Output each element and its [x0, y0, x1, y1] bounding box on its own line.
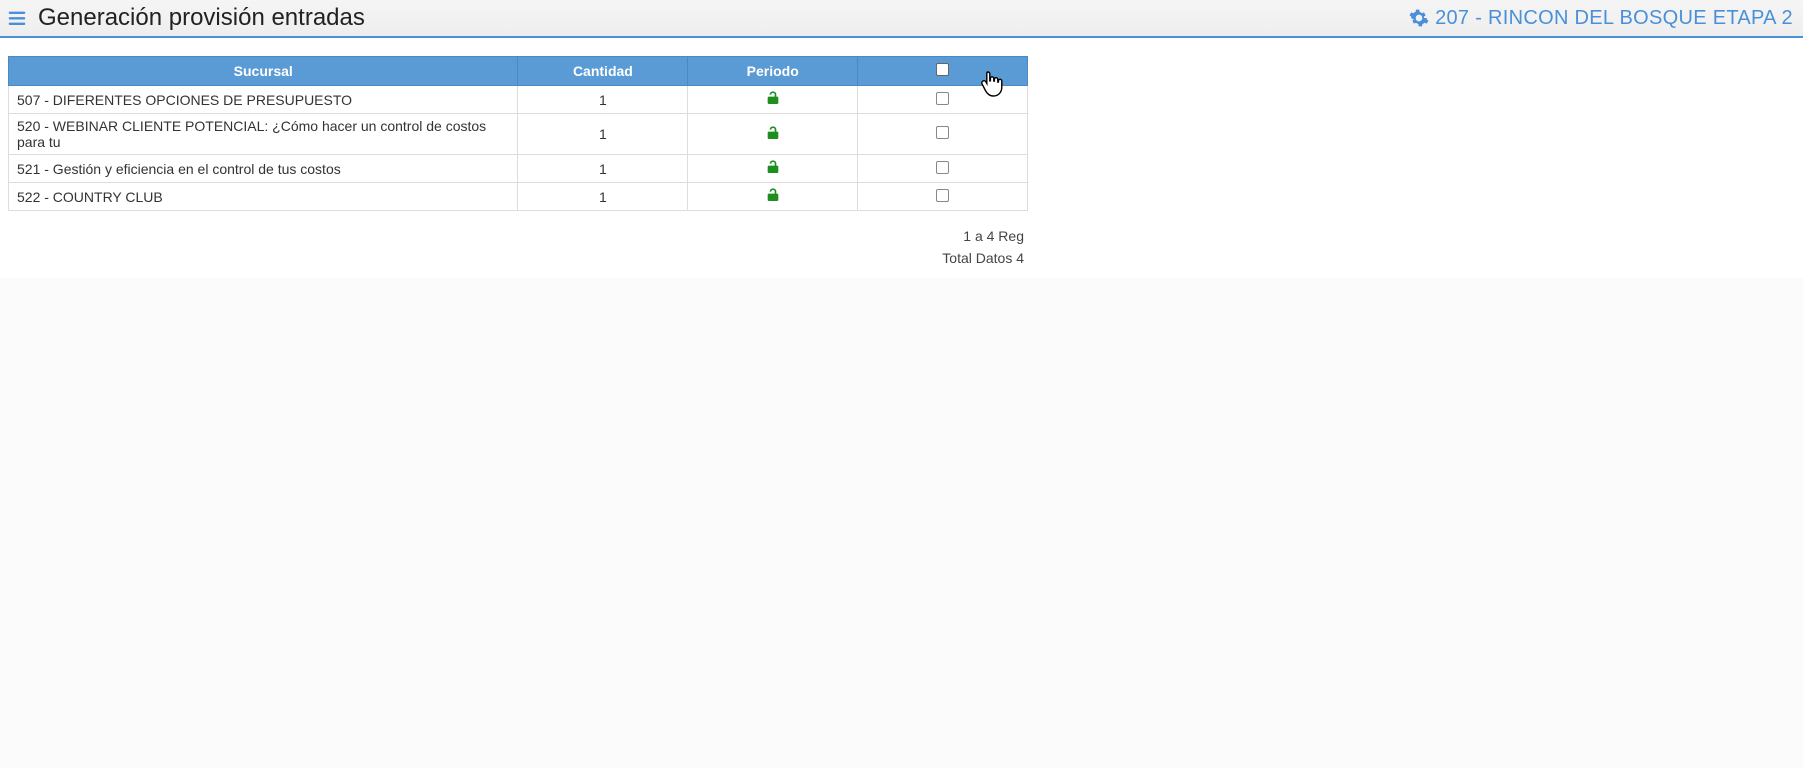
table-row: 507 - DIFERENTES OPCIONES DE PRESUPUESTO… [9, 86, 1028, 114]
cell-check [858, 114, 1028, 155]
row-checkbox[interactable] [936, 161, 949, 174]
cell-sucursal: 521 - Gestión y eficiencia en el control… [9, 155, 518, 183]
table-header-row: Sucursal Cantidad Periodo [9, 57, 1028, 86]
cell-sucursal: 520 - WEBINAR CLIENTE POTENCIAL: ¿Cómo h… [9, 114, 518, 155]
gear-icon [1409, 8, 1429, 28]
table-row: 521 - Gestión y eficiencia en el control… [9, 155, 1028, 183]
cell-cantidad: 1 [518, 183, 688, 211]
row-checkbox[interactable] [936, 189, 949, 202]
cell-check [858, 86, 1028, 114]
unlock-icon[interactable] [765, 125, 781, 141]
col-periodo[interactable]: Periodo [688, 57, 858, 86]
unlock-icon[interactable] [765, 90, 781, 106]
table-row: 522 - COUNTRY CLUB1 [9, 183, 1028, 211]
cell-periodo [688, 86, 858, 114]
cell-sucursal: 507 - DIFERENTES OPCIONES DE PRESUPUESTO [9, 86, 518, 114]
table-footer: 1 a 4 Reg Total Datos 4 [8, 211, 1028, 270]
menu-icon[interactable] [6, 7, 28, 29]
cell-cantidad: 1 [518, 114, 688, 155]
context-selector[interactable]: 207 - RINCON DEL BOSQUE ETAPA 2 [1409, 7, 1793, 30]
cell-periodo [688, 114, 858, 155]
col-checkbox [858, 57, 1028, 86]
main-content: Sucursal Cantidad Periodo 507 - DIFERENT… [0, 38, 1803, 278]
header-left: Generación provisión entradas [6, 4, 365, 32]
row-checkbox[interactable] [936, 92, 949, 105]
table-wrap: Sucursal Cantidad Periodo 507 - DIFERENT… [8, 56, 1028, 211]
unlock-icon[interactable] [765, 187, 781, 203]
app-header: Generación provisión entradas 207 - RINC… [0, 0, 1803, 38]
row-checkbox[interactable] [936, 126, 949, 139]
sucursal-table: Sucursal Cantidad Periodo 507 - DIFERENT… [8, 56, 1028, 211]
footer-range: 1 a 4 Reg [8, 225, 1024, 247]
page-title: Generación provisión entradas [38, 4, 365, 32]
cell-cantidad: 1 [518, 155, 688, 183]
cell-sucursal: 522 - COUNTRY CLUB [9, 183, 518, 211]
cell-cantidad: 1 [518, 86, 688, 114]
cell-check [858, 155, 1028, 183]
context-label-text: 207 - RINCON DEL BOSQUE ETAPA 2 [1435, 7, 1793, 30]
unlock-icon[interactable] [765, 159, 781, 175]
cell-check [858, 183, 1028, 211]
table-row: 520 - WEBINAR CLIENTE POTENCIAL: ¿Cómo h… [9, 114, 1028, 155]
col-cantidad[interactable]: Cantidad [518, 57, 688, 86]
col-sucursal[interactable]: Sucursal [9, 57, 518, 86]
select-all-checkbox[interactable] [936, 63, 949, 76]
cell-periodo [688, 155, 858, 183]
footer-total: Total Datos 4 [8, 247, 1024, 269]
cell-periodo [688, 183, 858, 211]
